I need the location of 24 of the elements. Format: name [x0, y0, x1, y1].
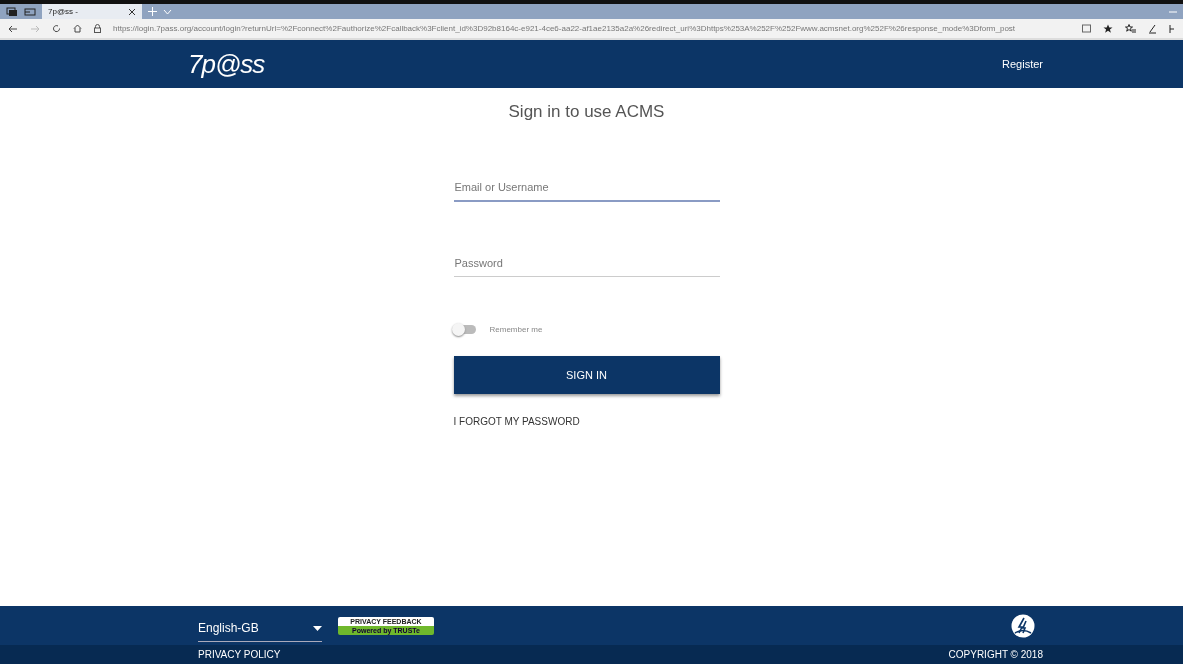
refresh-icon[interactable]: [52, 24, 61, 33]
close-icon[interactable]: [128, 7, 136, 16]
privacy-policy-link[interactable]: PRIVACY POLICY: [198, 649, 281, 660]
tabs-icon[interactable]: [6, 6, 18, 17]
favorites-icon[interactable]: [1125, 23, 1136, 34]
reading-view-icon[interactable]: [1082, 24, 1091, 33]
copyright-text: COPYRIGHT © 2018: [948, 649, 1043, 660]
remember-label: Remember me: [489, 325, 543, 334]
language-select[interactable]: English-GB: [198, 615, 322, 642]
forgot-password-link[interactable]: I FORGOT MY PASSWORD: [453, 416, 720, 427]
site-logo[interactable]: 7p@ss: [188, 48, 1003, 80]
caret-icon: [313, 625, 322, 631]
star-icon[interactable]: [1103, 23, 1113, 34]
remember-toggle[interactable]: [453, 325, 476, 334]
new-tab-icon[interactable]: [148, 7, 157, 16]
register-link[interactable]: Register: [1002, 58, 1043, 70]
lock-icon: [94, 24, 101, 33]
home-icon[interactable]: [73, 24, 82, 33]
browser-tab[interactable]: 7p@ss -: [42, 4, 142, 19]
sign-in-button[interactable]: SIGN IN: [453, 356, 720, 394]
pen-icon[interactable]: [1148, 23, 1157, 34]
church-emblem-icon: [1011, 613, 1035, 638]
form-title: Sign in to use ACMS: [507, 102, 666, 122]
back-arrow-icon[interactable]: [8, 24, 18, 33]
